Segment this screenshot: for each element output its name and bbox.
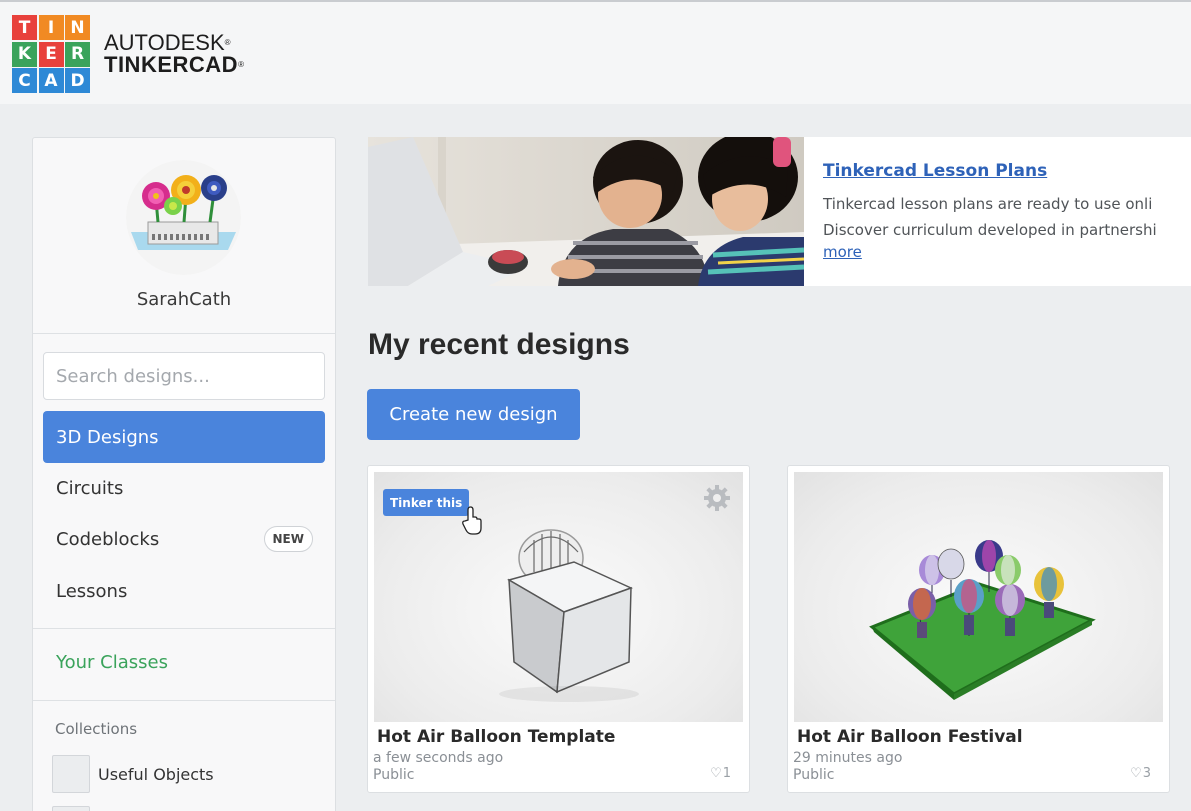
logo-letter: I [38,15,64,40]
logo-letter: K [12,41,37,67]
nav-3d-designs[interactable]: 3D Designs [43,411,325,463]
lesson-plans-banner: Tinkercad Lesson Plans Tinkercad lesson … [368,137,1191,286]
kids-laptop-photo[interactable] [368,137,804,286]
logo-letter: N [65,15,90,40]
divider [33,700,335,701]
your-classes-link[interactable]: Your Classes [56,652,168,673]
banner-line: Tinkercad lesson plans are ready to use … [823,195,1153,213]
divider [33,628,335,629]
nav-codeblocks[interactable]: Codeblocks NEW [43,513,325,565]
nav-label: Lessons [56,580,128,602]
design-thumbnail[interactable] [794,472,1163,722]
nav-label: 3D Designs [56,426,159,448]
logo-letter: T [12,15,37,40]
collections-heading: Collections [55,720,138,738]
design-card[interactable]: Tinker this Hot Air Balloon Template a f… [367,465,750,793]
hand-cursor-icon [462,506,482,535]
logo-letter: R [65,41,90,67]
design-timestamp: a few seconds ago [373,750,504,766]
banner-line: Discover curriculum developed in partner… [823,221,1157,239]
like-button[interactable]: ♡ 1 [710,766,731,781]
avatar[interactable] [126,160,241,275]
top-header: T I N K E R C A D AUTODESK® TINKERCAD® [0,0,1191,104]
banner-more-link[interactable]: more [823,243,862,261]
design-title[interactable]: Hot Air Balloon Template [377,727,615,747]
design-timestamp: 29 minutes ago [793,750,903,766]
gear-icon[interactable] [703,484,731,512]
nav-label: Codeblocks [56,528,160,550]
logo-letter: C [12,68,37,93]
like-count: 1 [722,766,731,781]
collection-useful-objects[interactable]: Useful Objects [52,755,214,793]
like-button[interactable]: ♡ 3 [1130,766,1151,781]
like-count: 3 [1142,766,1151,781]
create-new-design-button[interactable]: Create new design [367,389,580,440]
lesson-plans-link[interactable]: Tinkercad Lesson Plans [823,161,1047,181]
logo-letter: D [65,68,90,93]
design-visibility: Public [793,767,835,783]
sidebar: SarahCath 3D Designs Circuits Codeblocks… [32,137,336,811]
design-visibility: Public [373,767,415,783]
heart-icon: ♡ [1130,766,1142,781]
design-title[interactable]: Hot Air Balloon Festival [797,727,1023,747]
flower-box-avatar-icon [126,160,241,275]
search-designs-input[interactable] [43,352,325,400]
nav-label: Circuits [56,477,124,499]
nav-circuits[interactable]: Circuits [43,462,325,514]
nav-lessons[interactable]: Lessons [43,565,325,617]
collection-label: Useful Objects [98,764,214,784]
tinkercad-logo[interactable]: T I N K E R C A D [12,15,90,93]
heart-icon: ♡ [710,766,722,781]
logo-letter: E [38,41,64,67]
collection-thumbnail[interactable] [52,806,90,811]
design-card[interactable]: Hot Air Balloon Festival 29 minutes ago … [787,465,1170,793]
page-title: My recent designs [368,328,630,361]
kids-laptop-image-icon [368,137,804,286]
tinker-this-button[interactable]: Tinker this [383,489,470,516]
banner-description: Tinkercad lesson plans are ready to use … [823,191,1157,243]
brand-line-tinkercad: TINKERCAD [104,52,239,77]
design-thumbnail[interactable]: Tinker this [374,472,743,722]
brand-name[interactable]: AUTODESK® TINKERCAD® [104,32,244,76]
new-badge: NEW [263,526,313,552]
divider [33,333,335,334]
collection-thumbnail [52,755,90,793]
logo-letter: A [38,68,64,93]
username: SarahCath [136,289,232,310]
balloon-festival-model-icon [869,540,1096,700]
